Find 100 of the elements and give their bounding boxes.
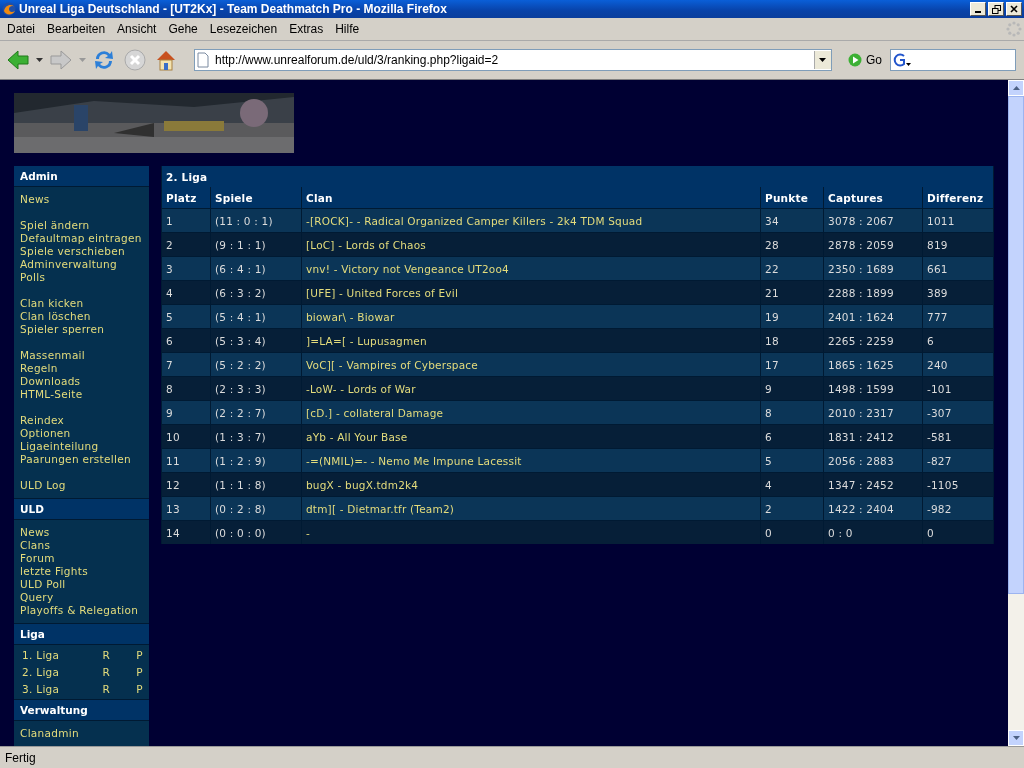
table-cell: 2350 : 1689 — [824, 256, 922, 280]
menu-item[interactable]: Bearbeiten — [42, 22, 113, 36]
table-cell: 6 — [923, 328, 993, 352]
caret-icon[interactable] — [36, 58, 43, 62]
ranking-link[interactable]: R — [102, 666, 137, 679]
table-cell: -982 — [923, 496, 993, 520]
clan-link[interactable]: biowar\ - Biowar — [302, 304, 760, 328]
clan-link[interactable]: bugX - bugX.tdm2k4 — [302, 472, 760, 496]
table-cell: 1011 — [923, 208, 993, 232]
sidebar-link[interactable]: Forum — [20, 552, 143, 565]
sidebar-link[interactable]: News — [20, 193, 143, 206]
go-button[interactable]: Go — [844, 53, 886, 67]
table-cell: (5 : 3 : 4) — [211, 328, 301, 352]
menu-item[interactable]: Lesezeichen — [204, 22, 285, 36]
address-bar[interactable]: http://www.unrealforum.de/uld/3/ranking.php?ligaid=2 — [194, 49, 832, 71]
table-cell: 3078 : 2067 — [824, 208, 922, 232]
clan-link[interactable]: VoC][ - Vampires of Cyberspace — [302, 352, 760, 376]
table-cell: 1347 : 2452 — [824, 472, 922, 496]
sidebar-link[interactable]: Spiel ändern — [20, 219, 143, 232]
league-link[interactable]: 1. Liga — [22, 649, 103, 662]
table-cell: 5 — [761, 448, 823, 472]
clan-link[interactable]: -LoW- - Lords of War — [302, 376, 760, 400]
ranking-link[interactable]: R — [102, 683, 137, 696]
table-cell: 4 — [761, 472, 823, 496]
table-cell: 1 — [162, 208, 210, 232]
clan-link[interactable]: [cD.] - collateral Damage — [302, 400, 760, 424]
sidebar-link[interactable]: Spieler sperren — [20, 323, 143, 336]
table-cell: (6 : 3 : 2) — [211, 280, 301, 304]
table-cell: 2288 : 1899 — [824, 280, 922, 304]
table-cell: (0 : 0 : 0) — [211, 520, 301, 544]
clan-link[interactable]: aYb - All Your Base — [302, 424, 760, 448]
menu-item[interactable]: Hilfe — [330, 22, 367, 36]
table-cell: 1422 : 2404 — [824, 496, 922, 520]
pairings-link[interactable]: P — [136, 666, 143, 679]
clan-link[interactable]: -=(NMIL)=- - Nemo Me Impune Lacessit — [302, 448, 760, 472]
table-cell: (0 : 2 : 8) — [211, 496, 301, 520]
sidebar-link[interactable]: Clan löschen — [20, 310, 143, 323]
clan-link[interactable]: -[ROCK]- - Radical Organized Camper Killers - 2k4 TDM Squad — [302, 208, 760, 232]
league-link[interactable]: 3. Liga — [22, 683, 103, 696]
minimize-button[interactable] — [970, 2, 986, 16]
table-cell: 12 — [162, 472, 210, 496]
table-cell: 21 — [761, 280, 823, 304]
table-cell: (5 : 2 : 2) — [211, 352, 301, 376]
clan-link[interactable]: [LoC] - Lords of Chaos — [302, 232, 760, 256]
sidebar-link[interactable]: ULD Poll — [20, 578, 143, 591]
menu-item[interactable]: Ansicht — [112, 22, 164, 36]
sidebar-link[interactable]: Downloads — [20, 375, 143, 388]
sidebar-link[interactable]: News — [20, 526, 143, 539]
sidebar-link[interactable]: Massenmail — [20, 349, 143, 362]
scrollbar[interactable] — [1008, 80, 1024, 746]
table-cell: 10 — [162, 424, 210, 448]
table-cell: -101 — [923, 376, 993, 400]
sidebar-link[interactable]: Playoffs & Relegation — [20, 604, 143, 617]
sidebar-link[interactable]: Clanadmin — [20, 727, 143, 740]
search-field[interactable] — [890, 49, 1016, 71]
sidebar-link[interactable]: Ligaeinteilung — [20, 440, 143, 453]
sidebar-link[interactable]: Defaultmap eintragen — [20, 232, 143, 245]
table-cell: 17 — [761, 352, 823, 376]
column-header: Punkte — [761, 187, 823, 208]
ranking-link[interactable]: R — [102, 649, 137, 662]
sidebar-link[interactable]: Optionen — [20, 427, 143, 440]
sidebar-link[interactable]: Reindex — [20, 414, 143, 427]
league-link[interactable]: 2. Liga — [22, 666, 103, 679]
sidebar-link[interactable]: Regeln — [20, 362, 143, 375]
down-arrow-icon[interactable] — [1012, 736, 1020, 740]
clan-link[interactable]: [UFE] - United Forces of Evil — [302, 280, 760, 304]
table-cell: 6 — [761, 424, 823, 448]
table-cell: 5 — [162, 304, 210, 328]
sidebar-link[interactable]: HTML-Seite — [20, 388, 143, 401]
clan-link[interactable]: ]=LA=[ - Lupusagmen — [302, 328, 760, 352]
scroll-thumb[interactable] — [1008, 96, 1024, 594]
menu-item[interactable]: Gehe — [163, 22, 205, 36]
clan-link[interactable]: vnv! - Victory not Vengeance UT2oo4 — [302, 256, 760, 280]
reload-icon — [92, 48, 116, 72]
up-arrow-icon[interactable] — [1012, 86, 1020, 90]
sidebar-link[interactable]: Adminverwaltung — [20, 258, 143, 271]
sidebar-link[interactable]: Polls — [20, 271, 143, 284]
sidebar-link[interactable]: Clan kicken — [20, 297, 143, 310]
table-cell: (2 : 2 : 7) — [211, 400, 301, 424]
sidebar-link[interactable]: Spiele verschieben — [20, 245, 143, 258]
sidebar-link[interactable]: letzte Fights — [20, 565, 143, 578]
sidebar-link[interactable]: Query — [20, 591, 143, 604]
pairings-link[interactable]: P — [136, 649, 143, 662]
stop-button[interactable] — [122, 47, 148, 73]
menu-item[interactable]: Extras — [284, 22, 331, 36]
table-cell: (5 : 4 : 1) — [211, 304, 301, 328]
pairings-link[interactable]: P — [136, 683, 143, 696]
menu-item[interactable]: Datei — [2, 22, 42, 36]
clan-link[interactable]: dtm][ - Dietmar.tfr (Team2) — [302, 496, 760, 520]
table-cell: 1831 : 2412 — [824, 424, 922, 448]
address-field[interactable]: http://www.unrealforum.de/uld/3/ranking.php?ligaid=2 — [211, 53, 814, 67]
close-button[interactable] — [1006, 2, 1022, 16]
table-cell: 2010 : 2317 — [824, 400, 922, 424]
dropdown-caret-icon[interactable] — [819, 58, 827, 62]
sidebar-link[interactable]: Paarungen erstellen — [20, 453, 143, 466]
clan-link[interactable]: - — [302, 520, 760, 544]
sidebar-link[interactable]: ULD Log — [20, 479, 143, 492]
column-header: Spiele — [211, 187, 301, 208]
sidebar-link[interactable]: Clans — [20, 539, 143, 552]
maximize-button[interactable] — [988, 2, 1004, 16]
